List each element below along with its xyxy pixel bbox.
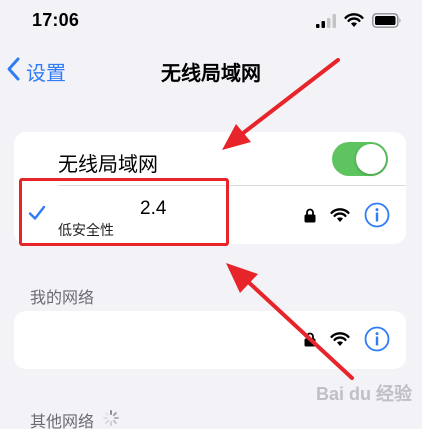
annotation-arrow-upper: [222, 58, 340, 150]
annotation-arrows: [222, 58, 354, 380]
wifi-settings-screen: 17:06 设置 无线局域网 无线局域网 2.4 低安全性 我的网络 其他网络 …: [0, 0, 422, 429]
annotation-arrow-lower: [226, 263, 354, 380]
watermark: Bai du 经验: [315, 384, 412, 404]
